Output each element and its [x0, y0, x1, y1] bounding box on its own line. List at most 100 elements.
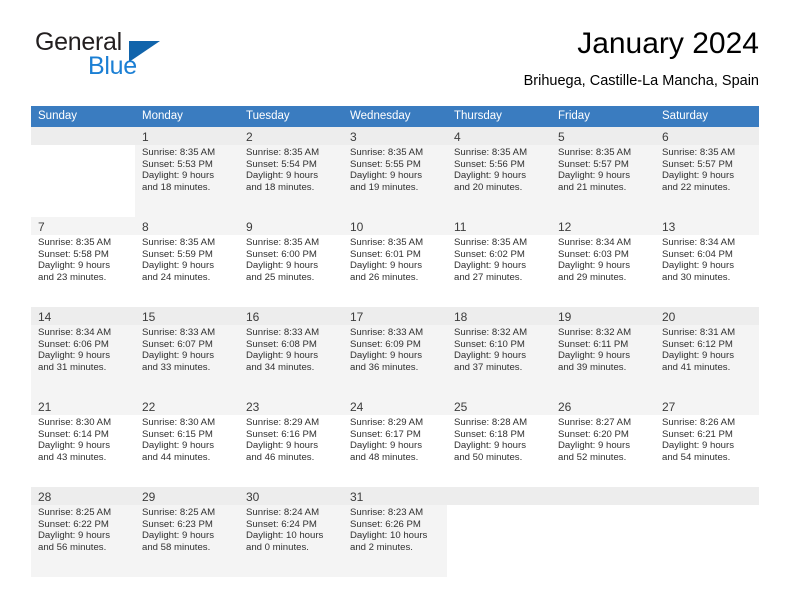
- calendar-day-cell[interactable]: 13 Sunrise: 8:34 AM Sunset: 6:04 PM Dayligh…: [655, 217, 759, 307]
- day-detail-line: Sunset: 6:15 PM: [142, 428, 213, 440]
- calendar-day-cell[interactable]: 7 Sunrise: 8:35 AM Sunset: 5:58 PM Daylight…: [31, 217, 135, 307]
- day-number: 7: [38, 220, 45, 234]
- calendar-day-cell[interactable]: 9 Sunrise: 8:35 AM Sunset: 6:00 PM Daylight…: [239, 217, 343, 307]
- day-number-band: 8: [135, 217, 239, 235]
- day-detail-line: Sunset: 6:04 PM: [662, 248, 733, 260]
- calendar-day-cell[interactable]: 28 Sunrise: 8:25 AM Sunset: 6:22 PM Dayligh…: [31, 487, 135, 577]
- calendar-day-cell[interactable]: 2 Sunrise: 8:35 AM Sunset: 5:54 PM Daylight…: [239, 127, 343, 217]
- day-cell-content: 15 Sunrise: 8:33 AM Sunset: 6:07 PM Dayligh…: [135, 307, 239, 397]
- day-detail-line: Sunrise: 8:35 AM: [662, 147, 736, 158]
- calendar-day-cell[interactable]: 11 Sunrise: 8:35 AM Sunset: 6:02 PM Dayligh…: [447, 217, 551, 307]
- calendar-day-cell[interactable]: 5 Sunrise: 8:35 AM Sunset: 5:57 PM Daylight…: [551, 127, 655, 217]
- day-cell-content: 2 Sunrise: 8:35 AM Sunset: 5:54 PM Daylight…: [239, 127, 343, 217]
- day-number-band: 6: [655, 127, 759, 145]
- day-number-band: 15: [135, 307, 239, 325]
- day-details: Sunrise: 8:33 AM Sunset: 6:08 PM Daylight:…: [239, 325, 343, 373]
- day-detail-line: and 33 minutes.: [142, 361, 211, 373]
- calendar-day-cell[interactable]: 14 Sunrise: 8:34 AM Sunset: 6:06 PM Dayligh…: [31, 307, 135, 397]
- calendar-day-cell[interactable]: 4 Sunrise: 8:35 AM Sunset: 5:56 PM Daylight…: [447, 127, 551, 217]
- day-number: 18: [454, 310, 468, 324]
- calendar-week-row: 1 Sunrise: 8:35 AM Sunset: 5:53 PM Daylight…: [31, 127, 759, 217]
- day-number: 27: [662, 400, 676, 414]
- day-cell-content: 3 Sunrise: 8:35 AM Sunset: 5:55 PM Daylight…: [343, 127, 447, 217]
- day-number-band: 28: [31, 487, 135, 505]
- calendar-day-cell[interactable]: 18 Sunrise: 8:32 AM Sunset: 6:10 PM Dayligh…: [447, 307, 551, 397]
- calendar-day-cell[interactable]: 21 Sunrise: 8:30 AM Sunset: 6:14 PM Dayligh…: [31, 397, 135, 487]
- calendar-day-cell[interactable]: 27 Sunrise: 8:26 AM Sunset: 6:21 PM Dayligh…: [655, 397, 759, 487]
- day-detail-line: and 50 minutes.: [454, 451, 523, 463]
- day-detail-line: Sunrise: 8:25 AM: [38, 507, 112, 518]
- day-cell-content: 13 Sunrise: 8:34 AM Sunset: 6:04 PM Dayligh…: [655, 217, 759, 307]
- day-detail-line: Sunrise: 8:23 AM: [350, 507, 424, 518]
- day-detail-line: Sunrise: 8:35 AM: [246, 147, 320, 158]
- calendar-day-cell[interactable]: 16 Sunrise: 8:33 AM Sunset: 6:08 PM Dayligh…: [239, 307, 343, 397]
- day-number: 11: [454, 220, 467, 234]
- calendar-day-cell[interactable]: 23 Sunrise: 8:29 AM Sunset: 6:16 PM Dayligh…: [239, 397, 343, 487]
- day-details: Sunrise: 8:35 AM Sunset: 5:59 PM Daylight:…: [135, 235, 239, 283]
- day-detail-line: Sunset: 6:06 PM: [38, 338, 109, 350]
- calendar-day-cell[interactable]: 10 Sunrise: 8:35 AM Sunset: 6:01 PM Dayligh…: [343, 217, 447, 307]
- day-details: Sunrise: 8:35 AM Sunset: 5:57 PM Daylight:…: [551, 145, 655, 193]
- calendar-day-cell[interactable]: 15 Sunrise: 8:33 AM Sunset: 6:07 PM Dayligh…: [135, 307, 239, 397]
- day-detail-line: Sunset: 6:18 PM: [454, 428, 525, 440]
- day-number: 12: [558, 220, 572, 234]
- day-number: 25: [454, 400, 468, 414]
- day-number-band: 14: [31, 307, 135, 325]
- day-details: Sunrise: 8:35 AM Sunset: 5:54 PM Daylight:…: [239, 145, 343, 193]
- day-detail-line: Sunset: 6:02 PM: [454, 248, 525, 260]
- day-detail-line: Daylight: 9 hours: [142, 530, 214, 542]
- day-cell-content: 9 Sunrise: 8:35 AM Sunset: 6:00 PM Daylight…: [239, 217, 343, 307]
- calendar-day-cell[interactable]: 26 Sunrise: 8:27 AM Sunset: 6:20 PM Dayligh…: [551, 397, 655, 487]
- weekday-header-saturday: Saturday: [655, 106, 759, 127]
- calendar-day-cell[interactable]: 17 Sunrise: 8:33 AM Sunset: 6:09 PM Dayligh…: [343, 307, 447, 397]
- day-number-band: 25: [447, 397, 551, 415]
- day-number-band: 13: [655, 217, 759, 235]
- day-number-band: 1: [135, 127, 239, 145]
- day-detail-line: and 52 minutes.: [558, 451, 627, 463]
- calendar-day-cell[interactable]: 20 Sunrise: 8:31 AM Sunset: 6:12 PM Dayligh…: [655, 307, 759, 397]
- day-detail-line: Sunset: 6:00 PM: [246, 248, 317, 260]
- day-details: Sunrise: 8:35 AM Sunset: 5:55 PM Daylight:…: [343, 145, 447, 193]
- calendar-day-cell[interactable]: 3 Sunrise: 8:35 AM Sunset: 5:55 PM Daylight…: [343, 127, 447, 217]
- calendar-day-cell[interactable]: 29 Sunrise: 8:25 AM Sunset: 6:23 PM Dayligh…: [135, 487, 239, 577]
- day-cell-content: 17 Sunrise: 8:33 AM Sunset: 6:09 PM Dayligh…: [343, 307, 447, 397]
- day-detail-line: Daylight: 9 hours: [350, 260, 422, 272]
- day-number-band: 5: [551, 127, 655, 145]
- day-number-band: [655, 487, 759, 505]
- day-detail-line: Sunrise: 8:35 AM: [142, 147, 216, 158]
- brand-logo[interactable]: General Blue: [31, 26, 261, 88]
- calendar-day-cell[interactable]: 19 Sunrise: 8:32 AM Sunset: 6:11 PM Dayligh…: [551, 307, 655, 397]
- calendar-day-cell[interactable]: 31 Sunrise: 8:23 AM Sunset: 6:26 PM Dayligh…: [343, 487, 447, 577]
- day-number-band: 29: [135, 487, 239, 505]
- calendar-day-cell[interactable]: 30 Sunrise: 8:24 AM Sunset: 6:24 PM Dayligh…: [239, 487, 343, 577]
- day-detail-line: Daylight: 10 hours: [246, 530, 324, 542]
- day-detail-line: Daylight: 9 hours: [142, 350, 214, 362]
- day-cell-content: [31, 127, 135, 217]
- calendar-day-cell[interactable]: 24 Sunrise: 8:29 AM Sunset: 6:17 PM Dayligh…: [343, 397, 447, 487]
- day-cell-content: 24 Sunrise: 8:29 AM Sunset: 6:17 PM Dayligh…: [343, 397, 447, 487]
- calendar-day-cell[interactable]: 22 Sunrise: 8:30 AM Sunset: 6:15 PM Dayligh…: [135, 397, 239, 487]
- day-number: 22: [142, 400, 156, 414]
- day-details: [447, 505, 551, 507]
- day-details: Sunrise: 8:35 AM Sunset: 5:56 PM Daylight:…: [447, 145, 551, 193]
- calendar-day-cell[interactable]: 1 Sunrise: 8:35 AM Sunset: 5:53 PM Daylight…: [135, 127, 239, 217]
- calendar-day-cell[interactable]: 25 Sunrise: 8:28 AM Sunset: 6:18 PM Dayligh…: [447, 397, 551, 487]
- day-detail-line: and 48 minutes.: [350, 451, 419, 463]
- day-detail-line: Sunset: 6:14 PM: [38, 428, 109, 440]
- day-number: 26: [558, 400, 572, 414]
- day-detail-line: and 20 minutes.: [454, 181, 523, 193]
- day-details: Sunrise: 8:35 AM Sunset: 6:02 PM Daylight:…: [447, 235, 551, 283]
- calendar-day-cell[interactable]: 6 Sunrise: 8:35 AM Sunset: 5:57 PM Daylight…: [655, 127, 759, 217]
- day-cell-content: 14 Sunrise: 8:34 AM Sunset: 6:06 PM Dayligh…: [31, 307, 135, 397]
- page-subtitle: Brihuega, Castille-La Mancha, Spain: [523, 73, 759, 89]
- day-detail-line: Sunrise: 8:26 AM: [662, 417, 736, 428]
- day-cell-content: 31 Sunrise: 8:23 AM Sunset: 6:26 PM Dayligh…: [343, 487, 447, 577]
- day-cell-content: 30 Sunrise: 8:24 AM Sunset: 6:24 PM Dayligh…: [239, 487, 343, 577]
- calendar-day-cell[interactable]: 12 Sunrise: 8:34 AM Sunset: 6:03 PM Dayligh…: [551, 217, 655, 307]
- day-number-band: 9: [239, 217, 343, 235]
- day-number: 30: [246, 490, 260, 504]
- day-details: Sunrise: 8:30 AM Sunset: 6:14 PM Daylight:…: [31, 415, 135, 463]
- day-detail-line: Sunset: 6:03 PM: [558, 248, 629, 260]
- calendar-cell-empty: [551, 487, 655, 577]
- calendar-day-cell[interactable]: 8 Sunrise: 8:35 AM Sunset: 5:59 PM Daylight…: [135, 217, 239, 307]
